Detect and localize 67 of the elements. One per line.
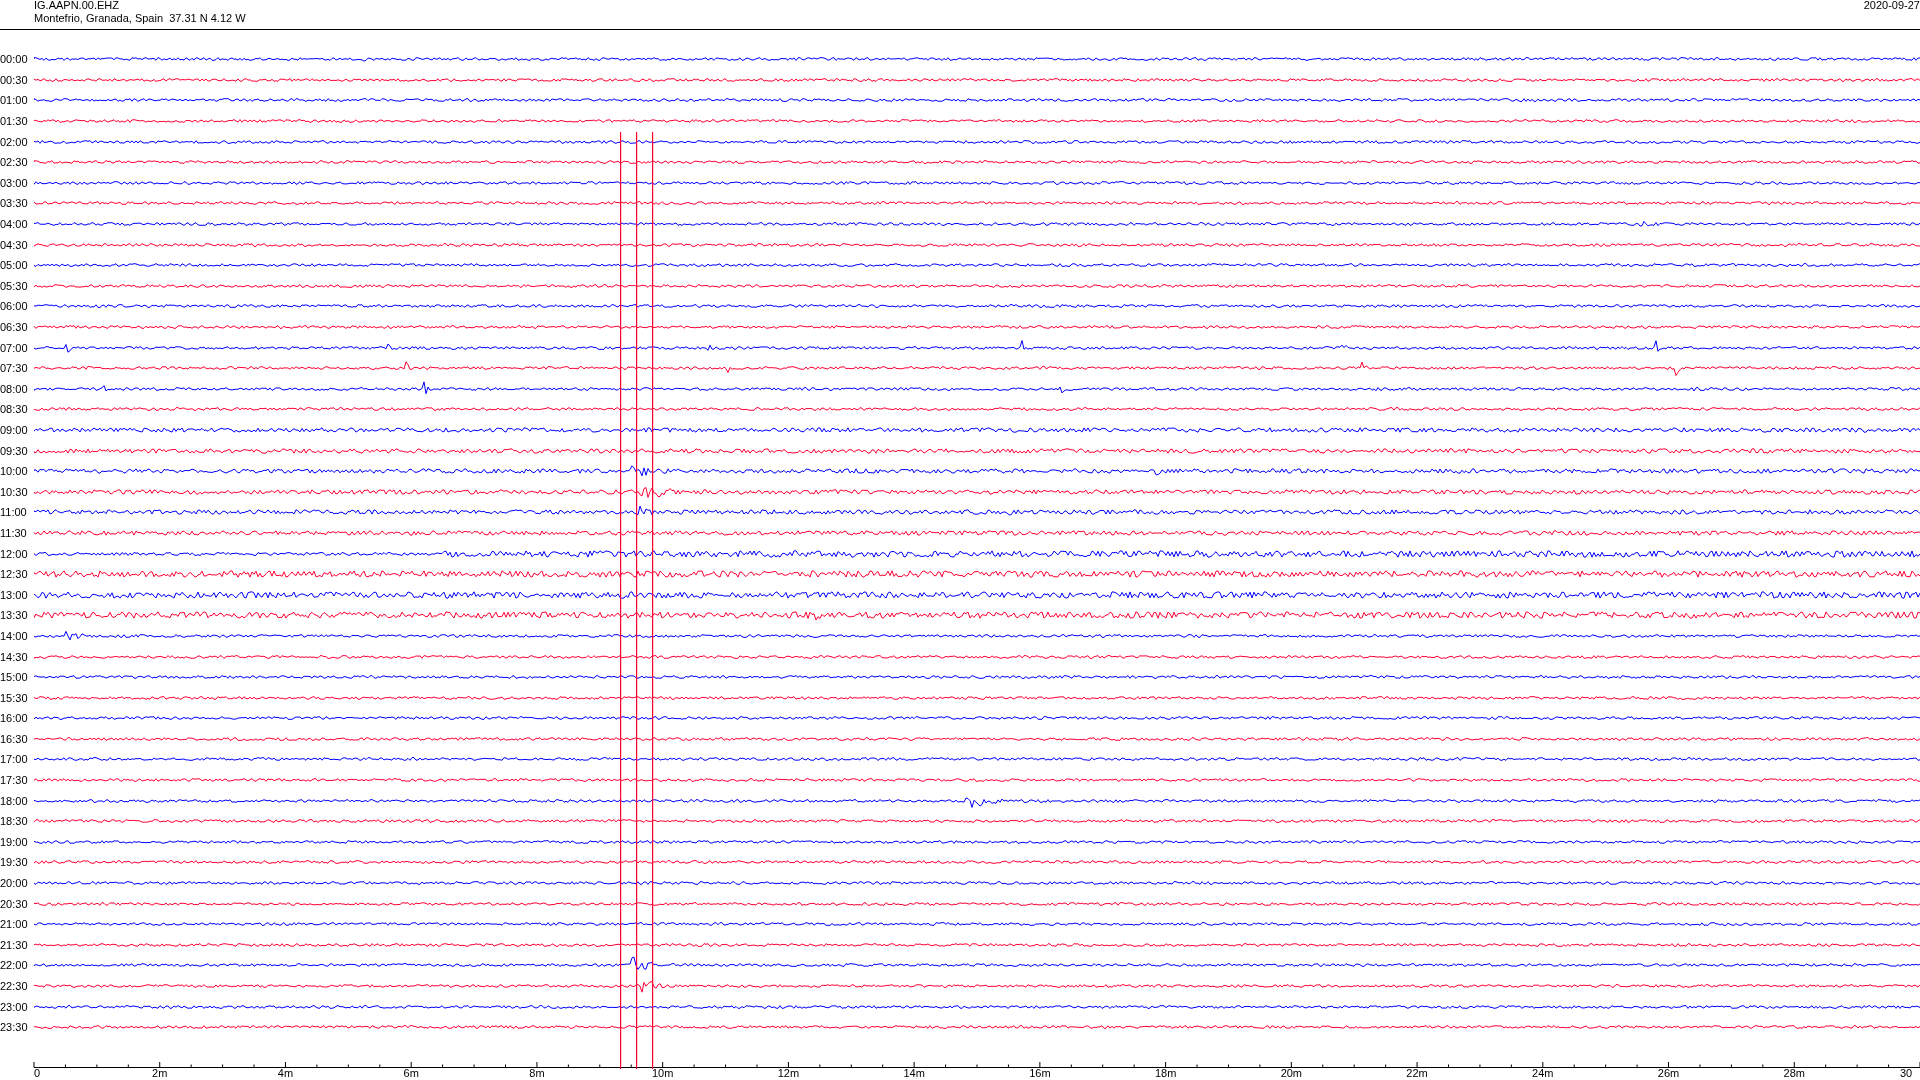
time-label: 02:00 — [0, 135, 29, 148]
time-label: 10:00 — [0, 465, 29, 478]
time-label: 12:30 — [0, 568, 29, 581]
time-label: 14:30 — [0, 650, 29, 663]
axis-label: 16m — [1029, 1066, 1051, 1078]
time-label: 13:30 — [0, 609, 29, 622]
time-label: 16:30 — [0, 732, 29, 745]
station-location: Montefrio, Granada, Spain 37.31 N 4.12 W — [34, 12, 246, 25]
axis-label: 12m — [777, 1066, 800, 1078]
axis-label: 24m — [1532, 1066, 1554, 1078]
time-label: 19:30 — [0, 856, 29, 869]
time-label: 21:30 — [0, 938, 29, 951]
time-label: 01:30 — [0, 115, 29, 128]
time-label: 07:00 — [0, 341, 29, 354]
axis-label: 14m — [903, 1066, 925, 1078]
axis-label: 8m — [529, 1066, 545, 1078]
axis-label: 22m — [1406, 1066, 1428, 1078]
time-label: 19:00 — [0, 835, 29, 848]
axis-label: 2m — [152, 1066, 168, 1078]
time-label: 22:30 — [0, 980, 29, 992]
time-label: 09:30 — [0, 444, 29, 457]
time-label: 11:30 — [0, 526, 28, 539]
time-label: 12:00 — [0, 547, 29, 560]
time-label: 18:30 — [0, 815, 29, 828]
time-label: 15:30 — [0, 691, 29, 704]
time-label: 15:00 — [0, 671, 29, 684]
axis-label: 30 — [1899, 1066, 1913, 1078]
time-label: 17:30 — [0, 774, 29, 787]
axis-label: 26m — [1657, 1066, 1680, 1078]
time-label: 05:00 — [0, 259, 29, 272]
axis-label: 6m — [403, 1066, 419, 1078]
time-label: 01:00 — [0, 94, 29, 107]
axis-label: 20m — [1280, 1066, 1303, 1078]
station-code: IG.AAPN.00.EHZ — [34, 0, 120, 12]
time-label: 17:00 — [0, 753, 29, 766]
axis-label: 0 — [34, 1066, 41, 1078]
axis-label: 4m — [277, 1066, 294, 1078]
axis-label: 18m — [1154, 1066, 1177, 1078]
time-label: 02:30 — [0, 156, 29, 169]
time-label: 03:00 — [0, 176, 29, 189]
time-label: 22:00 — [0, 959, 29, 972]
time-label: 20:30 — [0, 897, 29, 910]
time-label: 03:30 — [0, 197, 29, 210]
time-label: 08:00 — [0, 382, 29, 395]
time-label: 09:00 — [0, 424, 29, 436]
time-label: 13:00 — [0, 588, 29, 601]
time-label: 06:30 — [0, 321, 29, 333]
plot-date: 2020-09-27 — [1863, 0, 1920, 13]
time-label: 00:00 — [0, 53, 29, 66]
axis-label: 28m — [1783, 1066, 1805, 1078]
time-label: 10:30 — [0, 485, 29, 498]
time-label: 23:30 — [0, 1021, 29, 1034]
axis-label: 10m — [651, 1066, 674, 1078]
time-label: 04:00 — [0, 218, 29, 231]
time-label: 14:00 — [0, 629, 29, 642]
time-label: 21:00 — [0, 918, 29, 931]
time-label: 00:30 — [0, 73, 29, 86]
time-label: 11:00 — [0, 506, 28, 519]
time-label: 07:30 — [0, 362, 29, 375]
time-label: 23:00 — [0, 1000, 29, 1013]
time-label: 18:00 — [0, 794, 29, 807]
time-label: 06:00 — [0, 300, 29, 313]
time-label: 05:30 — [0, 279, 29, 292]
time-label: 04:30 — [0, 238, 29, 251]
time-label: 16:00 — [0, 712, 29, 725]
time-label: 20:00 — [0, 877, 29, 890]
time-label: 08:30 — [0, 403, 29, 416]
